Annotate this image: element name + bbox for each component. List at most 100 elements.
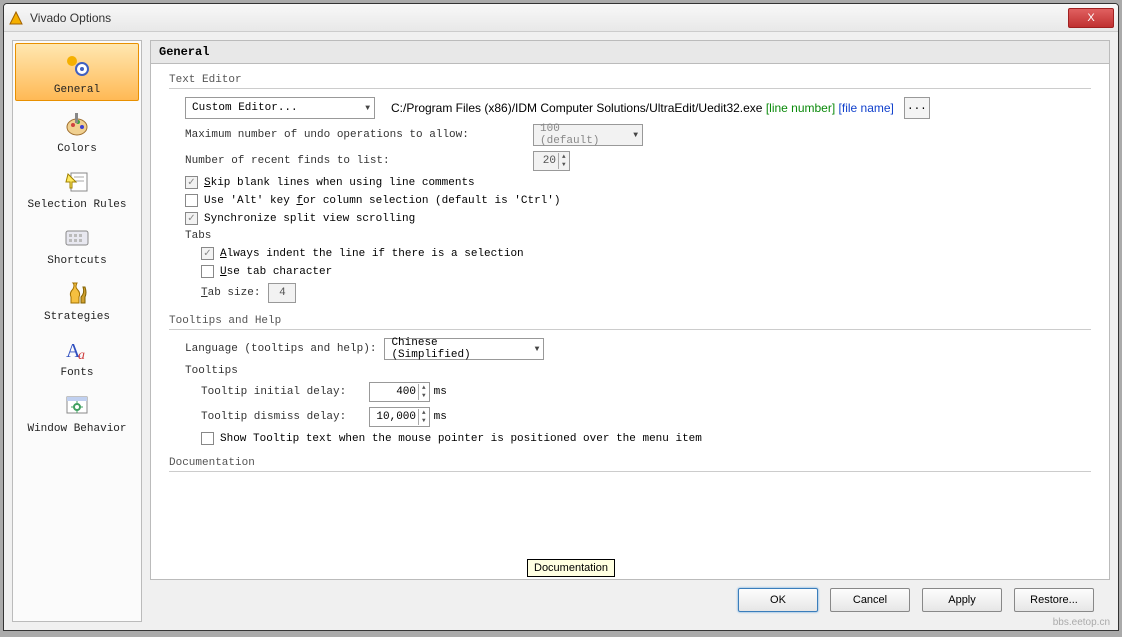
show-tooltip-checkbox[interactable]: Show Tooltip text when the mouse pointer… [201, 432, 702, 445]
apply-button[interactable]: Apply [922, 588, 1002, 612]
ok-button[interactable]: OK [738, 588, 818, 612]
editor-dropdown[interactable]: Custom Editor... [185, 97, 375, 119]
language-row: Language (tooltips and help): Chinese (S… [185, 338, 1091, 360]
tabs-subtitle: Tabs [185, 230, 211, 242]
keyboard-icon [61, 221, 93, 253]
init-delay-spinner[interactable]: ▲▼ [369, 382, 430, 402]
dismiss-delay-value[interactable] [370, 411, 418, 423]
sidebar-item-shortcuts[interactable]: Shortcuts [13, 215, 141, 271]
tooltips-subtitle-row: Tooltips [185, 365, 1091, 377]
cancel-button[interactable]: Cancel [830, 588, 910, 612]
show-tooltip-row: Show Tooltip text when the mouse pointer… [201, 432, 1091, 445]
tab-size-label: Tab size: [201, 287, 260, 299]
sync-split-checkbox[interactable]: Synchronize split view scrolling [185, 212, 415, 225]
checkbox-icon [185, 212, 198, 225]
svg-text:a: a [78, 348, 85, 363]
always-indent-label: Always indent the line if there is a sel… [220, 248, 524, 260]
spinner-down-icon[interactable]: ▼ [419, 392, 429, 400]
recent-finds-value[interactable] [534, 155, 558, 167]
chess-icon [61, 277, 93, 309]
always-indent-checkbox[interactable]: Always indent the line if there is a sel… [201, 247, 524, 260]
group-documentation: Documentation [169, 457, 1091, 472]
spinner-down-icon[interactable]: ▼ [559, 161, 569, 169]
browse-button[interactable]: ... [904, 97, 930, 119]
use-tab-char-label: Use tab character [220, 266, 332, 278]
file-name-token: [file name] [839, 101, 894, 115]
group-title: Tooltips and Help [169, 315, 1091, 330]
checkbox-icon [185, 194, 198, 207]
editor-path: C:/Program Files (x86)/IDM Computer Solu… [391, 101, 894, 115]
group-title: Text Editor [169, 74, 1091, 89]
recent-finds-spinner[interactable]: ▲▼ [533, 151, 570, 171]
sidebar-item-colors[interactable]: Colors [13, 103, 141, 159]
dismiss-delay-spinner[interactable]: ▲▼ [369, 407, 430, 427]
group-title: Documentation [169, 457, 1091, 472]
skip-blank-label: SSkip blank lines when using line commen… [204, 177, 475, 189]
sync-split-label: Synchronize split view scrolling [204, 213, 415, 225]
spinner-up-icon[interactable]: ▲ [559, 153, 569, 161]
skip-blank-checkbox[interactable]: SSkip blank lines when using line commen… [185, 176, 475, 189]
init-delay-row: Tooltip initial delay: ▲▼ ms [201, 382, 1091, 402]
tooltip-popup: Documentation [527, 559, 615, 577]
alt-key-label: Use 'Alt' key for column selection (defa… [204, 195, 560, 207]
watermark: bbs.eetop.cn [1053, 617, 1110, 628]
tab-size-row: Tab size: [201, 283, 1091, 303]
general-icon [61, 50, 93, 82]
sidebar-item-strategies[interactable]: Strategies [13, 271, 141, 327]
button-bar: OK Cancel Apply Restore... [150, 580, 1110, 622]
always-indent-row: Always indent the line if there is a sel… [201, 247, 1091, 260]
sidebar-item-label: Selection Rules [27, 199, 126, 211]
spinner-up-icon[interactable]: ▲ [419, 384, 429, 392]
app-icon [8, 10, 24, 26]
max-undo-dropdown[interactable]: 100 (default) [533, 124, 643, 146]
show-tooltip-label: Show Tooltip text when the mouse pointer… [220, 433, 702, 445]
window-title: Vivado Options [30, 11, 1068, 25]
checkbox-icon [201, 265, 214, 278]
recent-finds-label: Number of recent finds to list: [185, 155, 525, 167]
content-scroll[interactable]: Text Editor Custom Editor... C:/Program … [150, 64, 1110, 580]
ms-label: ms [434, 386, 447, 398]
editor-exe-path: C:/Program Files (x86)/IDM Computer Solu… [391, 101, 762, 115]
use-tab-char-row: Use tab character [201, 265, 1091, 278]
sidebar-item-general[interactable]: General [15, 43, 139, 101]
init-delay-value[interactable] [370, 386, 418, 398]
window-behavior-icon [61, 389, 93, 421]
max-undo-label: Maximum number of undo operations to all… [185, 129, 525, 141]
dialog-body: General Colors Selection Rules Shortcuts… [4, 32, 1118, 630]
restore-button[interactable]: Restore... [1014, 588, 1094, 612]
use-tab-char-checkbox[interactable]: Use tab character [201, 265, 332, 278]
tab-size-input[interactable] [268, 283, 296, 303]
vivado-options-window: Vivado Options X General Colors Selectio… [3, 3, 1119, 631]
sidebar-item-window-behavior[interactable]: Window Behavior [13, 383, 141, 439]
spinner-down-icon[interactable]: ▼ [419, 417, 429, 425]
skip-blank-row: SSkip blank lines when using line commen… [185, 176, 1091, 189]
alt-key-checkbox[interactable]: Use 'Alt' key for column selection (defa… [185, 194, 560, 207]
alt-key-row: Use 'Alt' key for column selection (defa… [185, 194, 1091, 207]
language-dropdown[interactable]: Chinese (Simplified) [384, 338, 544, 360]
sidebar-item-label: Fonts [60, 367, 93, 379]
checkbox-icon [201, 247, 214, 260]
sidebar-item-label: General [54, 84, 100, 96]
titlebar[interactable]: Vivado Options X [4, 4, 1118, 32]
tooltips-subtitle: Tooltips [185, 365, 238, 377]
group-text-editor: Text Editor Custom Editor... C:/Program … [169, 74, 1091, 303]
section-heading: General [150, 40, 1110, 64]
sidebar-item-label: Window Behavior [27, 423, 126, 435]
line-number-token: [line number] [766, 101, 835, 115]
sidebar-item-label: Colors [57, 143, 97, 155]
sidebar-item-label: Shortcuts [47, 255, 106, 267]
init-delay-label: Tooltip initial delay: [201, 386, 361, 398]
checkbox-icon [185, 176, 198, 189]
close-button[interactable]: X [1068, 8, 1114, 28]
dismiss-delay-label: Tooltip dismiss delay: [201, 411, 361, 423]
sidebar-item-label: Strategies [44, 311, 110, 323]
group-tooltips: Tooltips and Help Language (tooltips and… [169, 315, 1091, 445]
sidebar-item-selection-rules[interactable]: Selection Rules [13, 159, 141, 215]
selection-rules-icon [61, 165, 93, 197]
language-label: Language (tooltips and help): [185, 343, 376, 355]
sidebar: General Colors Selection Rules Shortcuts… [12, 40, 142, 622]
dismiss-delay-row: Tooltip dismiss delay: ▲▼ ms [201, 407, 1091, 427]
sync-split-row: Synchronize split view scrolling [185, 212, 1091, 225]
spinner-up-icon[interactable]: ▲ [419, 409, 429, 417]
sidebar-item-fonts[interactable]: Aa Fonts [13, 327, 141, 383]
